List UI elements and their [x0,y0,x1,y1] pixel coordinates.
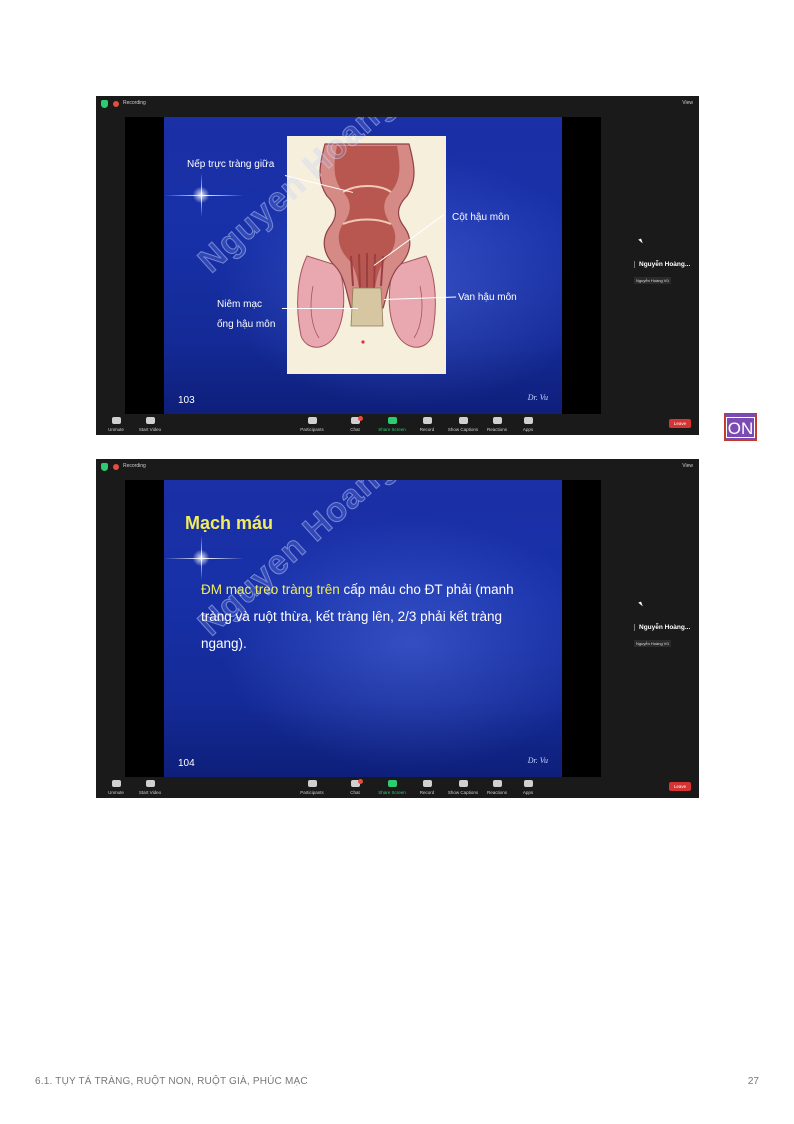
start-video-button[interactable]: Start Video [132,417,168,432]
participants-button[interactable]: Participants [294,780,330,795]
share-screen-button[interactable]: Share Screen [374,417,410,432]
meeting-toolbar: Unmute Start Video Participants Chat Sha… [96,778,699,798]
shared-screen: Nguyen Hoang Vu Mạch máu ĐM mạc treo trà… [125,480,601,777]
show-captions-button[interactable]: Show Captions [445,780,481,795]
video-off-icon [145,780,155,787]
slide-title: Mạch máu [185,513,274,533]
chat-button[interactable]: Chat [337,779,373,795]
apps-button[interactable]: Apps [510,780,546,795]
chat-button[interactable]: Chat [337,416,373,432]
slide-number: 104 [178,758,195,769]
recording-label: Recording [123,100,146,106]
shared-screen: Nguyen Hoang Vu Nếp trực tràng giữa Cột … [125,117,601,414]
mouse-cursor-icon [638,601,643,608]
participant-name[interactable]: Nguyễn Hoàng... [634,624,690,631]
security-shield-icon[interactable] [101,463,108,471]
label-nep-truc: Nếp trực tràng giữa [187,159,275,170]
record-icon [422,417,432,424]
recording-icon [113,464,119,470]
record-icon [422,780,432,787]
participants-icon [307,780,317,787]
leader-line [282,308,358,309]
microphone-muted-icon [111,417,121,424]
share-screen-icon [387,780,397,787]
footer-section-title: 6.1. TỤY TÁ TRÀNG, RUỘT NON, RUỘT GIÀ, P… [35,1076,308,1087]
slide-body: ĐM mạc treo tràng trên cấp máu cho ĐT ph… [201,576,541,657]
slide-signature: Dr. Vu [527,756,548,765]
chat-notification-badge [358,416,363,421]
unmute-button[interactable]: Unmute [98,417,134,432]
meeting-toolbar: Unmute Start Video Participants Chat Sha… [96,415,699,435]
show-captions-button[interactable]: Show Captions [445,417,481,432]
slide-number: 103 [178,395,195,406]
apps-button[interactable]: Apps [510,417,546,432]
zoom-window-2: Recording View Nguyen Hoang Vu Mạch máu … [96,459,699,798]
share-screen-button[interactable]: Share Screen [374,780,410,795]
zoom-topbar: Recording View [96,96,699,112]
view-button[interactable]: View [682,100,693,106]
participant-name[interactable]: Nguyễn Hoàng... [634,261,690,268]
leave-button[interactable]: Leave [669,419,691,428]
lens-flare [192,187,210,203]
reactions-icon [492,417,502,424]
lens-flare [192,550,210,566]
body-highlight: ĐM mạc treo tràng trên [201,582,340,597]
leave-button[interactable]: Leave [669,782,691,791]
participant-badge: Nguyễn Hoàng Vũ [634,640,671,647]
share-screen-icon [387,417,397,424]
recording-label: Recording [123,463,146,469]
mouse-cursor-icon [638,238,643,245]
label-van-hau-mon: Van hậu môn [458,292,517,303]
participant-panel: Nguyễn Hoàng... Nguyễn Hoàng Vũ [634,624,690,650]
on-badge: ON [724,413,757,441]
page-number: 27 [747,1076,759,1087]
slide: Nguyen Hoang Vu Mạch máu ĐM mạc treo trà… [164,480,562,777]
zoom-window-1: Recording View Nguyen Hoang Nếp trực trà… [96,96,699,435]
chat-notification-badge [358,779,363,784]
view-button[interactable]: View [682,463,693,469]
record-button[interactable]: Record [409,780,445,795]
participants-button[interactable]: Participants [294,417,330,432]
participant-badge: Nguyễn Hoàng Vũ [634,277,671,284]
slide: Nguyen Hoang Vu Nếp trực tràng giữa Cột … [164,117,562,414]
microphone-muted-icon [111,780,121,787]
video-off-icon [145,417,155,424]
apps-icon [523,417,533,424]
recording-icon [113,101,119,107]
zoom-topbar: Recording View [96,459,699,475]
security-shield-icon[interactable] [101,100,108,108]
start-video-button[interactable]: Start Video [132,780,168,795]
unmute-button[interactable]: Unmute [98,780,134,795]
reactions-icon [492,780,502,787]
apps-icon [523,780,533,787]
slide-signature: Dr. Vu [527,393,548,402]
label-cot-hau-mon: Cột hậu môn [452,212,510,223]
record-button[interactable]: Record [409,417,445,432]
participant-panel: Nguyễn Hoàng... Nguyễn Hoàng Vũ [634,261,690,287]
label-niem-mac-1: Niêm mạc [217,299,263,310]
participants-icon [307,417,317,424]
captions-icon [458,780,468,787]
captions-icon [458,417,468,424]
label-niem-mac-2: ống hậu môn [217,319,276,330]
